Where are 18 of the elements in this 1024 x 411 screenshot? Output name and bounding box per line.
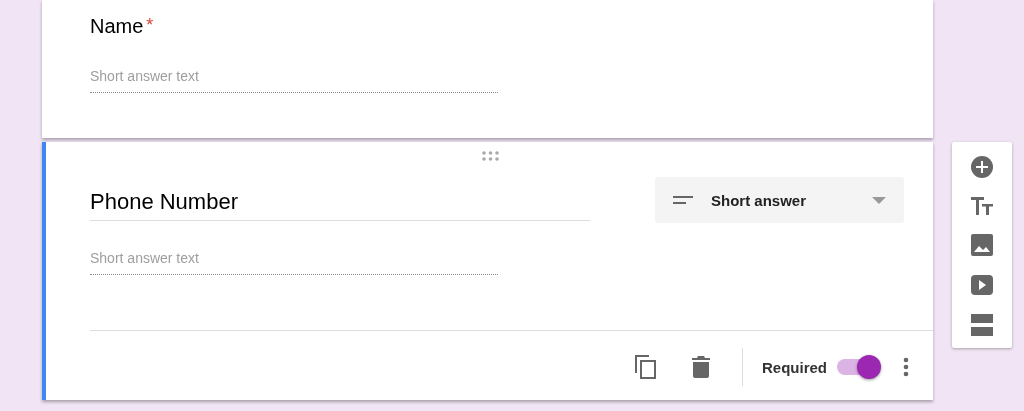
text-size-icon[interactable]: [971, 197, 993, 215]
question-type-dropdown[interactable]: Short answer: [655, 177, 904, 223]
section-icon[interactable]: [971, 314, 993, 336]
more-icon[interactable]: [903, 357, 909, 377]
add-icon[interactable]: [971, 156, 993, 178]
image-icon[interactable]: [971, 234, 993, 256]
video-icon[interactable]: [971, 275, 993, 295]
required-label: Required: [762, 358, 827, 376]
drag-handle-icon[interactable]: [482, 151, 499, 161]
answer-field[interactable]: Short answer text: [90, 68, 498, 93]
answer-field[interactable]: Short answer text: [90, 250, 498, 275]
caret-icon: [872, 196, 886, 204]
question-title-field[interactable]: Phone Number: [90, 177, 590, 221]
copy-icon[interactable]: [634, 354, 658, 380]
question-title: Name: [90, 15, 144, 38]
required-asterisk: *: [146, 15, 154, 36]
short-text-icon: [673, 196, 693, 204]
delete-icon[interactable]: [692, 356, 710, 378]
